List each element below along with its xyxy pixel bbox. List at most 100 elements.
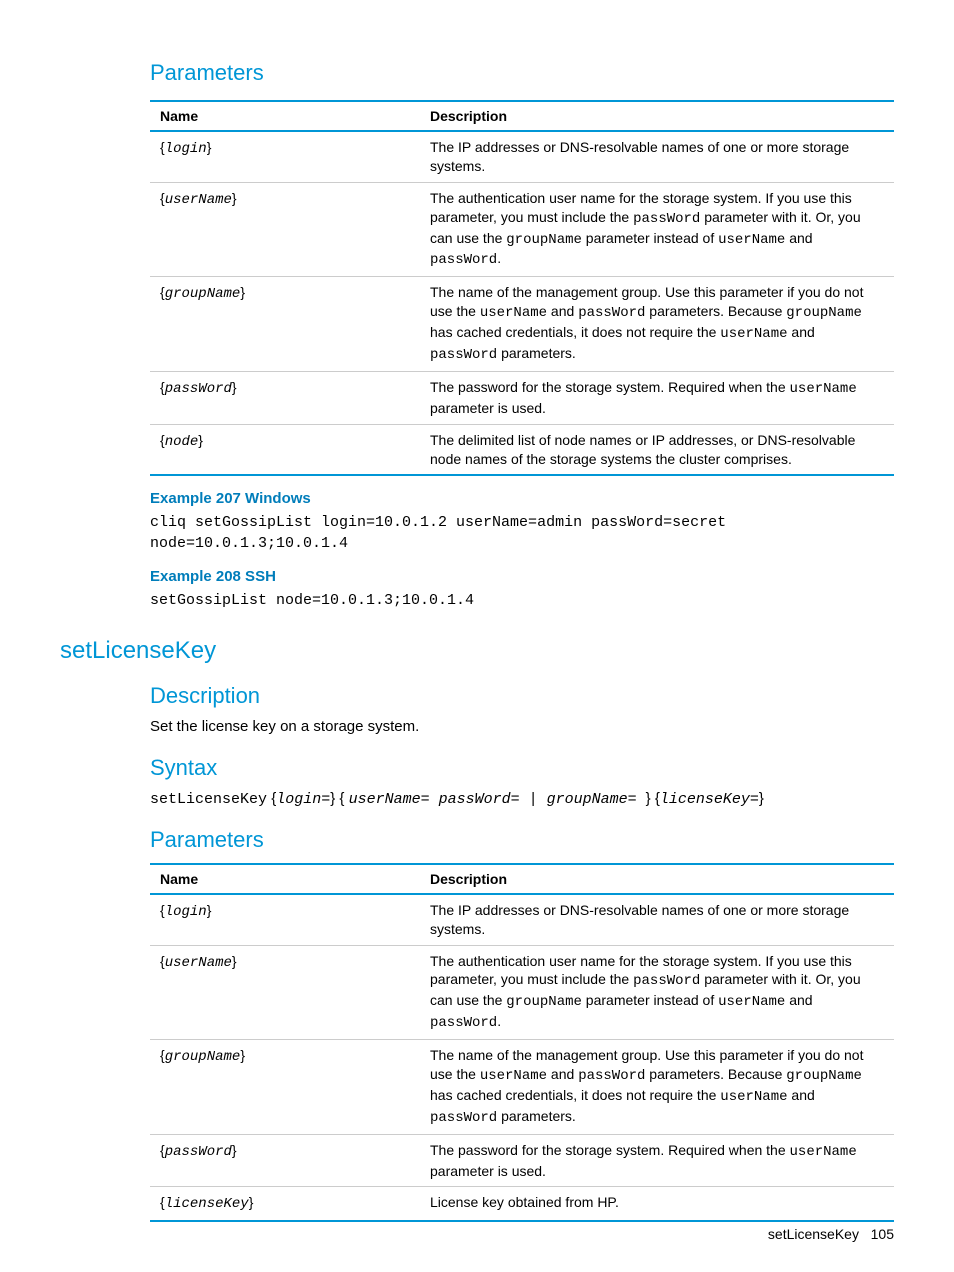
- text-run: The delimited list of node names or IP a…: [430, 432, 855, 467]
- footer-page: 105: [871, 1226, 894, 1242]
- table-row: {node} The delimited list of node names o…: [150, 424, 894, 475]
- text-run: parameter is used.: [430, 400, 546, 416]
- parameters-table-2: Name Description {login} The IP addresses…: [150, 863, 894, 1223]
- text-run: licenseKey=: [660, 791, 759, 808]
- col-header-name: Name: [150, 864, 420, 894]
- text-run: userName: [480, 1068, 547, 1084]
- text-run: groupName: [786, 305, 862, 321]
- example-208-code: setGossipList node=10.0.1.3;10.0.1.4: [150, 591, 894, 611]
- text-run: groupName=: [538, 791, 646, 808]
- param-desc-cell: The IP addresses or DNS-resolvable names…: [420, 131, 894, 182]
- col-header-description: Description: [420, 101, 894, 131]
- text-run: parameters. Because: [645, 303, 786, 319]
- col-header-name: Name: [150, 101, 420, 131]
- text-run: userName: [480, 305, 547, 321]
- text-run: has cached credentials, it does not requ…: [430, 324, 720, 340]
- text-run: userName= passWord=: [349, 791, 529, 808]
- text-run: and: [547, 1066, 578, 1082]
- param-name: userName: [165, 192, 232, 208]
- syntax-line: setLicenseKey {login=} { userName= passW…: [150, 789, 894, 810]
- table-row: {passWord}The password for the storage s…: [150, 1134, 894, 1187]
- text-run: }: [759, 790, 764, 807]
- syntax-heading: Syntax: [150, 755, 894, 781]
- text-run: has cached credentials, it does not requ…: [430, 1087, 720, 1103]
- text-run: userName: [720, 1089, 787, 1105]
- text-run: userName: [718, 994, 785, 1010]
- param-name-cell: {login}: [150, 131, 420, 182]
- param-name-cell: {passWord}: [150, 371, 420, 424]
- param-name-cell: {licenseKey}: [150, 1187, 420, 1221]
- text-run: parameter instead of: [582, 992, 718, 1008]
- description-heading: Description: [150, 683, 894, 709]
- table-row: {passWord} The password for the storage s…: [150, 371, 894, 424]
- parameters-heading-1: Parameters: [150, 60, 894, 86]
- table-body-1: {login} The IP addresses or DNS-resolvabl…: [150, 131, 894, 475]
- table-row: {groupName}The name of the management gr…: [150, 277, 894, 372]
- footer-text: setLicenseKey: [768, 1226, 859, 1242]
- example-208-title: Example 208 SSH: [150, 568, 894, 585]
- param-desc-cell: The authentication user name for the sto…: [420, 182, 894, 277]
- table-row: {userName}The authentication user name f…: [150, 182, 894, 277]
- example-207-title: Example 207 Windows: [150, 490, 894, 507]
- text-run: passWord: [430, 1110, 497, 1126]
- param-name: login: [165, 141, 207, 157]
- param-name-cell: {userName}: [150, 945, 420, 1040]
- text-run: and: [785, 230, 812, 246]
- example-207-code: cliq setGossipList login=10.0.1.2 userNa…: [150, 513, 894, 554]
- text-run: {: [267, 790, 276, 807]
- text-run: parameters.: [497, 1108, 576, 1124]
- text-run: .: [497, 250, 501, 266]
- command-heading: setLicenseKey: [60, 637, 894, 665]
- text-run: groupName: [506, 232, 582, 248]
- param-name-cell: {userName}: [150, 182, 420, 277]
- text-run: The IP addresses or DNS-resolvable names…: [430, 902, 849, 937]
- text-run: passWord: [430, 1015, 497, 1031]
- text-run: userName: [720, 326, 787, 342]
- table-row: {groupName}The name of the management gr…: [150, 1040, 894, 1135]
- col-header-description: Description: [420, 864, 894, 894]
- text-run: } {: [330, 790, 348, 807]
- text-run: userName: [718, 232, 785, 248]
- param-desc-cell: The authentication user name for the sto…: [420, 945, 894, 1040]
- text-run: login=: [276, 791, 330, 808]
- document-page: Parameters Name Description {login}The I…: [0, 0, 954, 1272]
- param-name-cell: {node}: [150, 424, 420, 475]
- text-run: parameter instead of: [582, 230, 718, 246]
- table-row: {userName}The authentication user name f…: [150, 945, 894, 1040]
- text-run: userName: [790, 381, 857, 397]
- text-run: The password for the storage system. Req…: [430, 379, 790, 395]
- text-run: } {: [646, 790, 660, 807]
- text-run: and: [788, 1087, 815, 1103]
- parameters-heading-2: Parameters: [150, 827, 894, 853]
- text-run: .: [497, 1013, 501, 1029]
- text-run: The password for the storage system. Req…: [430, 1142, 790, 1158]
- table-row: {login} The IP addresses or DNS-resolvabl…: [150, 894, 894, 945]
- text-run: passWord: [430, 252, 497, 268]
- text-run: |: [529, 791, 538, 808]
- text-run: passWord: [430, 347, 497, 363]
- param-name: groupName: [165, 286, 241, 302]
- param-name-cell: {groupName}: [150, 1040, 420, 1135]
- text-run: The IP addresses or DNS-resolvable names…: [430, 139, 849, 174]
- param-name: login: [165, 904, 207, 920]
- text-run: userName: [790, 1144, 857, 1160]
- param-name-cell: {login}: [150, 894, 420, 945]
- text-run: passWord: [633, 211, 700, 227]
- page-footer: setLicenseKey 105: [768, 1226, 894, 1242]
- text-run: passWord: [633, 973, 700, 989]
- param-name: passWord: [165, 1144, 232, 1160]
- param-desc-cell: The IP addresses or DNS-resolvable names…: [420, 894, 894, 945]
- text-run: groupName: [786, 1068, 862, 1084]
- param-name: licenseKey: [165, 1196, 249, 1212]
- text-run: and: [547, 303, 578, 319]
- param-name-cell: {groupName}: [150, 277, 420, 372]
- text-run: groupName: [506, 994, 582, 1010]
- param-name: node: [165, 434, 199, 450]
- param-name: passWord: [165, 381, 232, 397]
- param-desc-cell: The password for the storage system. Req…: [420, 371, 894, 424]
- text-run: parameter is used.: [430, 1163, 546, 1179]
- text-run: passWord: [578, 1068, 645, 1084]
- param-desc-cell: The delimited list of node names or IP a…: [420, 424, 894, 475]
- param-name: userName: [165, 955, 232, 971]
- param-desc-cell: The password for the storage system. Req…: [420, 1134, 894, 1187]
